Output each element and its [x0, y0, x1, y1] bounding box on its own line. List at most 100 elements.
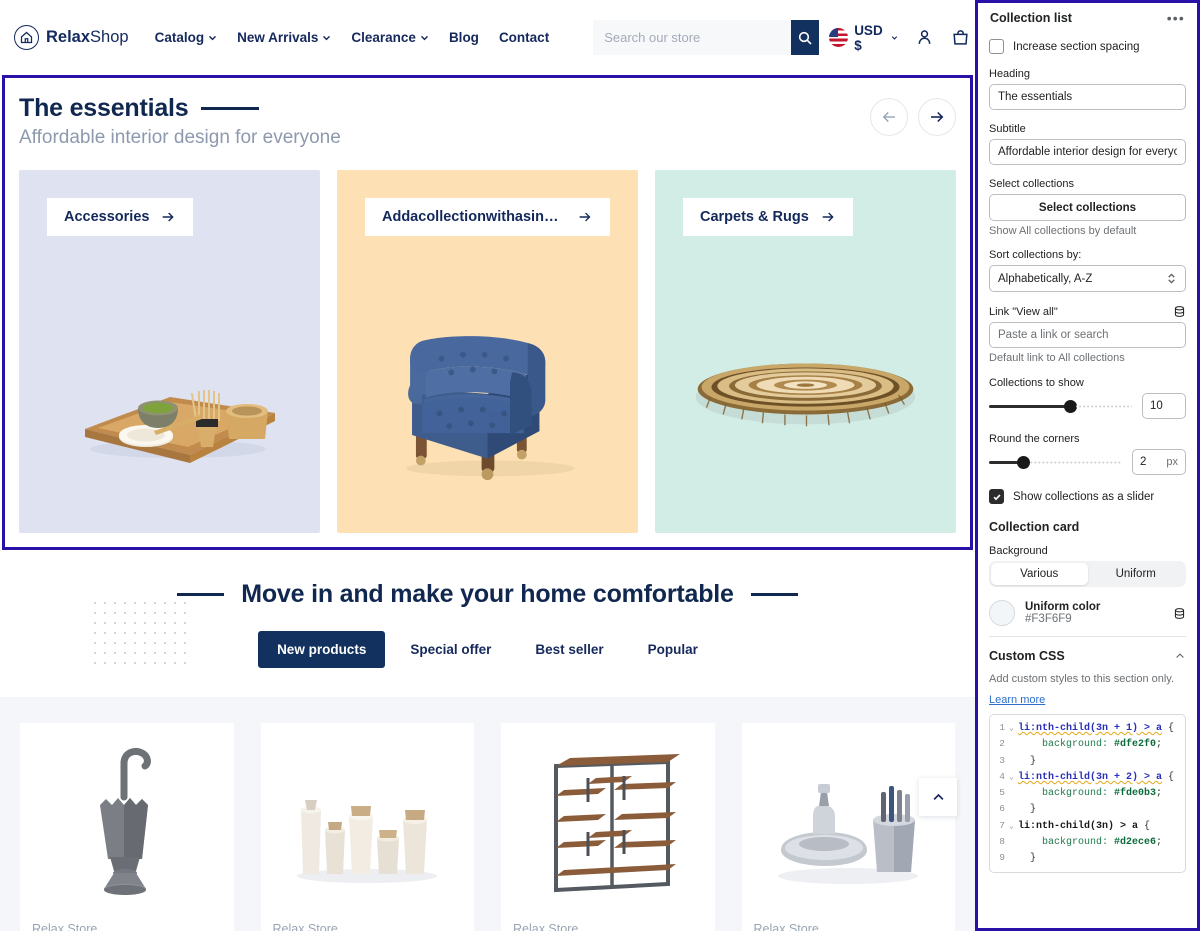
carousel-next-button[interactable]: [918, 98, 956, 136]
umbrella-stand-image: [32, 735, 222, 907]
scroll-to-top-button[interactable]: [919, 778, 957, 816]
featured-section-title: Move in and make your home comfortable: [241, 580, 734, 608]
heading-input[interactable]: [989, 84, 1186, 110]
tab-best-seller[interactable]: Best seller: [516, 631, 622, 668]
arrow-right-icon: [163, 212, 175, 222]
section-header: The essentials Affordable interior desig…: [19, 94, 956, 149]
arrow-left-icon: [882, 111, 895, 123]
view-all-link-input[interactable]: [989, 322, 1186, 348]
css-semicolon: ;: [1156, 788, 1163, 800]
featured-products-section: Move in and make your home comfortable N…: [0, 550, 975, 931]
collection-card-link[interactable]: Addacollectionwithasingl...: [365, 198, 610, 236]
subtitle-input[interactable]: [989, 139, 1186, 165]
panel-header: Collection list •••: [978, 3, 1197, 35]
nav-item-blog[interactable]: Blog: [449, 30, 479, 45]
collection-card-label: Carpets & Rugs: [700, 209, 809, 225]
shopping-bag-icon: [953, 30, 968, 45]
person-icon: [918, 30, 931, 44]
product-vendor: Relax Store: [513, 922, 579, 931]
currency-selector[interactable]: USD $: [829, 23, 898, 53]
nav-item-catalog[interactable]: Catalog: [155, 30, 218, 45]
header-utilities: USD $: [829, 23, 970, 53]
sort-collections-field: Sort collections by: Alphabetically, A-Z: [989, 249, 1186, 292]
uniform-color-title: Uniform color: [1025, 601, 1101, 613]
background-mode-segmented-control: Various Uniform: [989, 561, 1186, 587]
database-icon[interactable]: [1173, 607, 1186, 620]
title-dash-left: [177, 592, 225, 597]
search-button[interactable]: [791, 20, 820, 55]
uniform-color-hex: #F3F6F9: [1025, 613, 1072, 625]
database-icon[interactable]: [1173, 305, 1186, 318]
product-vendor: Relax Store: [32, 922, 98, 931]
product-card[interactable]: Relax Store Bathroom Accessory Set: [741, 723, 955, 931]
heading-field-label: Heading: [989, 68, 1030, 80]
collection-card-link[interactable]: Carpets & Rugs: [683, 198, 853, 236]
sort-collections-select[interactable]: Alphabetically, A-Z: [989, 265, 1186, 292]
background-option-various[interactable]: Various: [991, 563, 1088, 585]
value-text: 2: [1140, 456, 1147, 468]
collections-to-show-value[interactable]: 10: [1142, 393, 1186, 419]
settings-scroll-area[interactable]: Collection list ••• Increase section spa…: [978, 3, 1197, 928]
round-corners-value[interactable]: 2 px: [1132, 449, 1186, 475]
collection-card-link[interactable]: Accessories: [47, 198, 194, 236]
carousel-prev-button[interactable]: [870, 98, 908, 136]
nav-label: Blog: [448, 30, 479, 45]
increase-spacing-checkbox[interactable]: [989, 39, 1004, 54]
collections-to-show-slider[interactable]: [989, 397, 1132, 415]
nav-item-contact[interactable]: Contact: [499, 30, 549, 45]
arrow-right-icon: [931, 111, 944, 123]
tab-popular[interactable]: Popular: [629, 631, 717, 668]
collection-list-section[interactable]: The essentials Affordable interior desig…: [2, 75, 973, 550]
chevron-up-icon: [933, 793, 943, 800]
product-card[interactable]: Relax Store Kitchen Container Set: [260, 723, 474, 931]
slider-toggle-row[interactable]: Show collections as a slider: [989, 489, 1186, 504]
nav-item-clearance[interactable]: Clearance: [351, 30, 429, 45]
show-as-slider-label: Show collections as a slider: [1013, 490, 1155, 503]
select-collections-button[interactable]: Select collections: [989, 194, 1186, 221]
collection-card[interactable]: Addacollectionwithasingl...: [337, 170, 638, 533]
panel-body: Increase section spacing Heading Subtitl…: [978, 39, 1197, 873]
arrow-right-icon: [579, 212, 591, 222]
currency-label: USD $: [854, 22, 883, 53]
product-card[interactable]: Relax Store Umbrella Stand: [20, 723, 234, 931]
custom-css-code-editor[interactable]: 1 ⌄ li:nth-child(3n + 1) > a { 2 backgroun…: [989, 714, 1186, 873]
product-grid-wrapper: Relax Store Umbrella Stand: [0, 697, 975, 931]
custom-css-accordion-header[interactable]: Custom CSS: [989, 637, 1186, 671]
brand-name: RelaxShop: [46, 28, 129, 46]
background-option-uniform[interactable]: Uniform: [1088, 563, 1185, 585]
nav-item-new-arrivals[interactable]: New Arrivals: [237, 30, 331, 45]
show-as-slider-checkbox[interactable]: [989, 489, 1004, 504]
nav-label: Catalog: [154, 30, 205, 45]
tab-new-products[interactable]: New products: [258, 631, 386, 668]
custom-css-description: Add custom styles to this section only.: [989, 673, 1175, 685]
tea-tray-set-image: [47, 266, 292, 511]
learn-more-link[interactable]: Learn more: [989, 694, 1045, 706]
brand-logo-link[interactable]: RelaxShop: [14, 25, 129, 50]
us-flag-icon: [829, 28, 849, 47]
product-vendor: Relax Store: [753, 922, 819, 931]
account-button[interactable]: [915, 28, 934, 47]
select-collections-field: Select collections Select collections Sh…: [989, 178, 1186, 237]
select-collections-help: Show All collections by default: [989, 225, 1137, 237]
css-selector: li:nth-child(3n) > a: [1018, 820, 1139, 832]
css-brace: {: [1162, 723, 1175, 734]
section-heading: The essentials: [19, 94, 189, 122]
css-selector: li:nth-child(3n + 2) > a: [1018, 771, 1163, 783]
editor-root: RelaxShop Catalog New Arrivals Clearance…: [0, 0, 1200, 931]
cart-button[interactable]: [951, 28, 970, 47]
round-corners-slider[interactable]: [989, 453, 1122, 471]
section-settings-panel: Collection list ••• Increase section spa…: [975, 0, 1200, 931]
chevron-down-icon: [209, 35, 217, 41]
increase-spacing-checkbox-row[interactable]: Increase section spacing: [989, 39, 1186, 54]
search-input[interactable]: [593, 20, 792, 55]
tab-special-offer[interactable]: Special offer: [391, 631, 510, 668]
chevron-down-icon: [420, 35, 428, 41]
background-label: Background: [989, 545, 1048, 557]
collection-card[interactable]: Accessories: [19, 170, 320, 533]
collection-card[interactable]: Carpets & Rugs: [655, 170, 956, 533]
ellipsis-icon[interactable]: •••: [1167, 11, 1185, 25]
product-card[interactable]: Relax Store Accent Decorative Shelf: [501, 723, 715, 931]
css-selector: li:nth-child(3n + 1) > a: [1018, 723, 1163, 734]
uniform-color-swatch[interactable]: [989, 600, 1015, 626]
round-corners-field: Round the corners 2 px: [989, 433, 1186, 475]
